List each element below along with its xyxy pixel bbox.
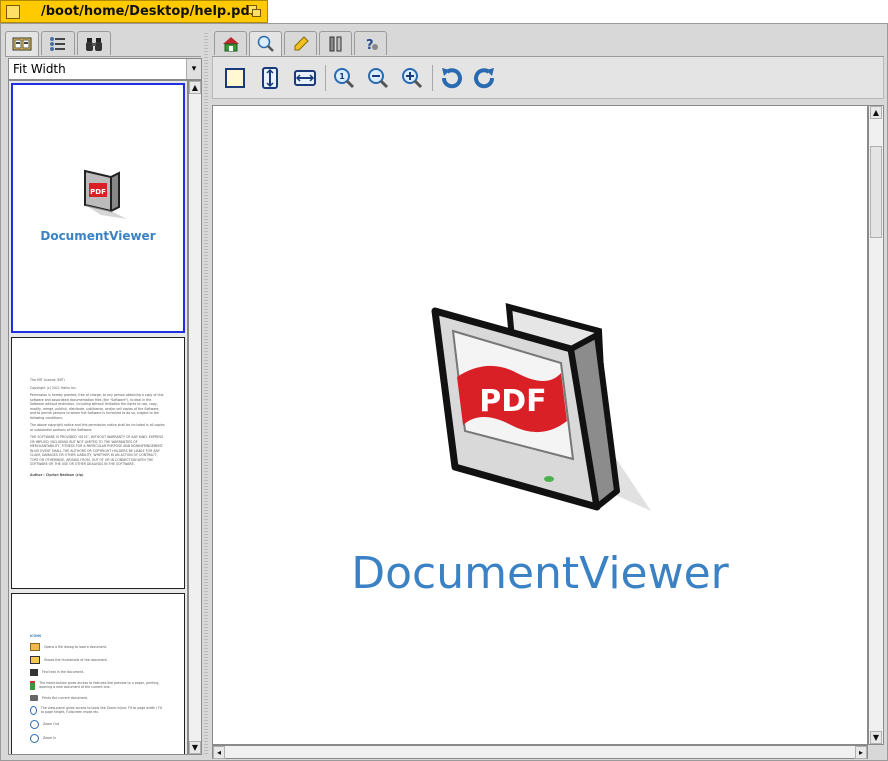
thumbnail-page-1[interactable]: PDF DocumentViewer [11,83,185,333]
license-paragraph: THE SOFTWARE IS PROVIDED "AS IS", WITHOU… [30,435,164,466]
list-item: Zoom In [30,733,166,743]
chevron-down-icon[interactable]: ▾ [186,59,201,79]
fit-width-button[interactable] [291,64,319,92]
tools-icon [329,36,341,51]
highlighter-icon [294,35,309,50]
magnifier-icon [257,35,274,52]
scroll-down-arrow[interactable]: ▼ [870,731,882,744]
svg-text:PDF: PDF [90,188,106,196]
scroll-down-arrow[interactable]: ▼ [189,741,201,754]
license-author: Author : Ciprian Nedisan (cip) [30,472,84,477]
document-view[interactable]: PDF DocumentViewer [212,105,868,745]
fit-page-icon [225,68,245,88]
scrollbar-thumb[interactable] [870,146,882,238]
scroll-up-arrow[interactable]: ▲ [189,81,201,94]
fit-page-button[interactable] [221,64,249,92]
thumbnail-page-3[interactable]: ICONS Opens a file dialog to load a docu… [11,593,185,754]
magnifier-icon [30,705,37,715]
list-item: The home-button gives access to features… [30,680,166,690]
outline-icon [50,36,65,51]
window-title-tab[interactable]: /boot/home/Desktop/help.pdf [0,0,268,23]
tab-home[interactable] [214,31,247,55]
thumbnail-list[interactable]: PDF DocumentViewer The MIT License (MIT)… [8,80,188,755]
fit-height-icon [262,67,278,89]
tab-help[interactable]: ? [354,31,387,55]
help-icon: ? [366,38,378,53]
zoom-in-icon [402,68,423,89]
thumbnail-caption: DocumentViewer [40,229,156,243]
list-item: Prints the current document. [30,694,166,701]
sidebar-tabs [5,31,201,57]
license-copyright: Copyright (c) 2011 Haiku Inc. [30,385,77,390]
tab-tools[interactable] [319,31,352,55]
view-toolbar: 1 [212,57,884,99]
tab-search[interactable] [77,31,111,55]
zoom-original-icon: 1 [334,68,355,89]
fit-mode-select[interactable]: Fit Width ▾ [8,58,202,80]
rotate-right-button[interactable] [471,64,499,92]
fit-height-button[interactable] [256,64,284,92]
scroll-up-arrow[interactable]: ▲ [870,106,882,119]
svg-text:1: 1 [339,72,345,81]
zoom-in-icon [30,733,39,743]
zoom-in-button[interactable] [398,64,426,92]
fit-mode-value: Fit Width [13,62,66,76]
license-paragraph: Permission is hereby granted, free of ch… [30,393,164,420]
printer-icon [30,694,38,701]
pane-splitter[interactable] [204,31,208,756]
zoom-original-button[interactable]: 1 [330,64,358,92]
folder-icon [30,642,40,651]
binoculars-icon [30,668,38,676]
list-item: Shows the thumbnails of the document. [30,655,166,664]
tab-thumbnails[interactable] [5,31,39,56]
toolbar-separator [432,65,433,91]
tab-annotate[interactable] [284,31,317,55]
zoom-out-icon [30,719,39,729]
zoom-out-icon [368,68,389,89]
pdf-monitor-icon: PDF [84,169,127,219]
license-paragraph: The above copyright notice and this perm… [30,423,165,432]
list-item: Opens a file dialog to load a document. [30,642,166,651]
window-title: /boot/home/Desktop/help.pdf [41,4,256,19]
home-icon [30,680,36,690]
rotate-left-icon [441,68,462,89]
main-tabs: ? [212,31,884,57]
license-title: The MIT License (MIT) [30,378,65,382]
zoom-window-button[interactable] [248,5,261,17]
thumbnails-icon [12,37,32,51]
window-frame: Fit Width ▾ PDF DocumentViewer The MIT L… [0,23,888,761]
thumbnails-icon [30,655,40,664]
rotate-right-icon [474,68,495,89]
pdf-logo-text: PDF [479,384,546,419]
binoculars-icon [86,37,102,51]
scroll-right-arrow[interactable]: ▸ [855,746,867,759]
tab-outline[interactable] [41,31,75,55]
document-caption: DocumentViewer [351,548,729,599]
home-icon [222,36,239,51]
list-item: The view-panel gives access to tools lik… [30,705,166,715]
document-vertical-scrollbar[interactable]: ▲ ▼ [868,105,884,745]
zoom-out-button[interactable] [364,64,392,92]
fit-width-icon [294,70,316,86]
thumbnail-scrollbar[interactable]: ▲ ▼ [188,80,202,755]
document-horizontal-scrollbar[interactable]: ◂ ▸ [212,745,868,759]
toolbar-separator [325,65,326,91]
scroll-left-arrow[interactable]: ◂ [213,746,225,759]
list-item: Find text in the document. [30,668,166,676]
pdf-monitor-icon: PDF [431,302,651,511]
close-button[interactable] [6,5,20,19]
tab-view[interactable] [249,31,282,56]
rotate-left-button[interactable] [437,64,465,92]
list-item: Zoom Out [30,719,166,729]
thumbnail-page-2[interactable]: The MIT License (MIT) Copyright (c) 2011… [11,337,185,589]
